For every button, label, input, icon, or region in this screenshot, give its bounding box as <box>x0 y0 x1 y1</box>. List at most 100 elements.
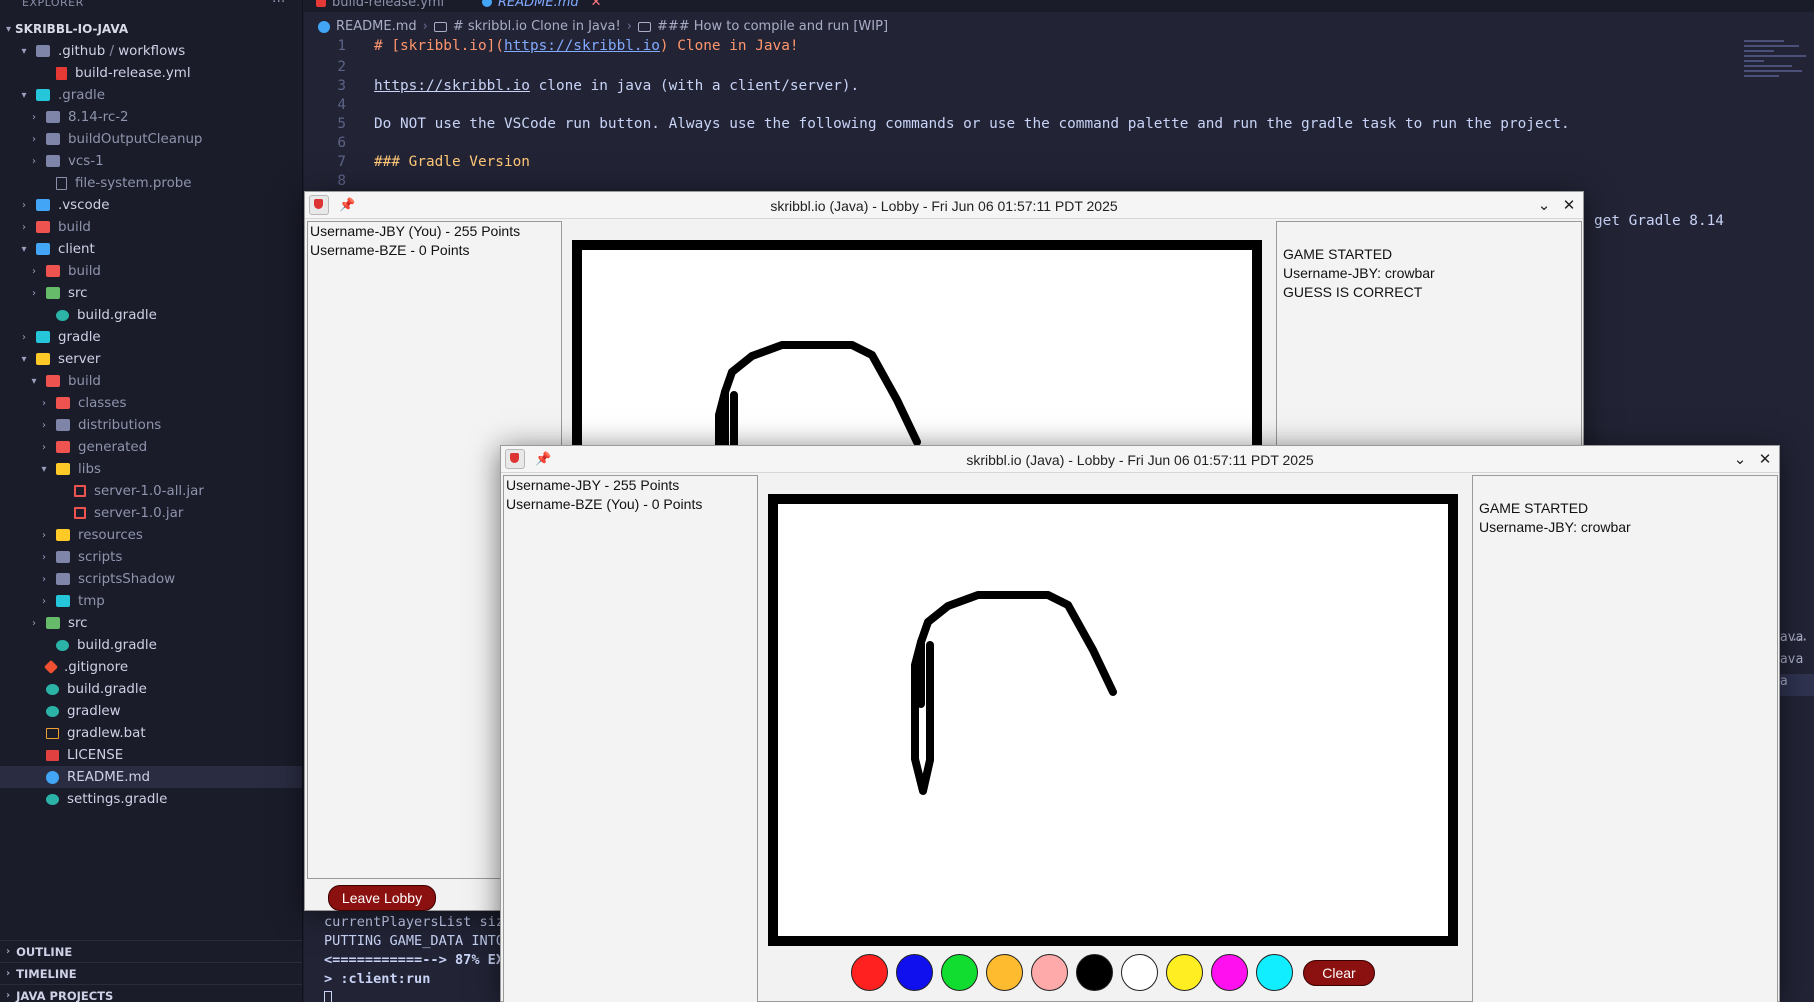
clear-button[interactable]: Clear <box>1303 959 1375 986</box>
file-item[interactable]: LICENSE <box>0 744 302 766</box>
tree-item-label: build <box>68 263 101 279</box>
folder-item[interactable]: ▾ server <box>0 348 302 370</box>
breadcrumb-file[interactable]: README.md <box>336 19 417 34</box>
file-item[interactable]: build.gradle <box>0 634 302 656</box>
folder-icon <box>56 573 70 585</box>
folder-item[interactable]: › tmp <box>0 590 302 612</box>
terminal-output[interactable]: playersListShou.set(... currentPlayersLi… <box>324 895 512 1002</box>
folder-icon <box>46 375 60 387</box>
minimize-icon[interactable]: ⌄ <box>1535 196 1553 214</box>
md-autolink[interactable]: https://skribbl.io <box>374 78 530 94</box>
folder-item[interactable]: › resources <box>0 524 302 546</box>
chevron-down-icon: ▾ <box>21 45 27 57</box>
code-view[interactable]: 1 # [skribbl.io](https://skribbl.io) Clo… <box>304 38 1569 192</box>
players-list: Username-JBY - 255 Points Username-BZE (… <box>503 475 758 1002</box>
file-item[interactable]: gradlew.bat <box>0 722 302 744</box>
color-swatch-magenta[interactable] <box>1211 954 1248 991</box>
color-swatch-black[interactable] <box>1076 954 1113 991</box>
color-swatch-yellow[interactable] <box>1166 954 1203 991</box>
file-item[interactable]: file-system.probe <box>0 172 302 194</box>
section-timeline[interactable]: › TIMELINE <box>0 962 302 984</box>
explorer-more-icon[interactable]: ··· <box>272 0 285 10</box>
cursor-icon <box>324 990 332 1002</box>
folder-item[interactable]: › classes <box>0 392 302 414</box>
leave-lobby-button[interactable]: Leave Lobby <box>328 885 436 911</box>
folder-icon <box>56 397 70 409</box>
tab-readme[interactable]: README.md ✕ <box>482 0 602 12</box>
folder-item[interactable]: ▾ libs <box>0 458 302 480</box>
editor-tabs: build-release.yml README.md ✕ <box>304 0 1814 12</box>
close-icon[interactable]: ✕ <box>1560 196 1578 214</box>
folder-icon <box>36 331 50 343</box>
file-icon <box>43 659 59 675</box>
color-swatch-orange[interactable] <box>986 954 1023 991</box>
folder-item[interactable]: › 8.14-rc-2 <box>0 106 302 128</box>
file-item[interactable]: settings.gradle <box>0 788 302 810</box>
section-java-projects[interactable]: › JAVA PROJECTS <box>0 984 302 1002</box>
file-item[interactable]: .gitignore <box>0 656 302 678</box>
folder-item[interactable]: › generated <box>0 436 302 458</box>
folder-item[interactable]: ▾ .gradle <box>0 84 302 106</box>
file-item[interactable]: build.gradle <box>0 304 302 326</box>
folder-icon <box>36 199 50 211</box>
file-item[interactable]: gradlew <box>0 700 302 722</box>
color-swatch-cyan[interactable] <box>1256 954 1293 991</box>
folder-item[interactable]: › buildOutputCleanup <box>0 128 302 150</box>
folder-item[interactable]: › .vscode <box>0 194 302 216</box>
tree-item-label: build.gradle <box>77 637 157 653</box>
folder-item[interactable]: › vcs-1 <box>0 150 302 172</box>
window-titlebar[interactable]: 📌 skribbl.io (Java) - Lobby - Fri Jun 06… <box>501 446 1779 473</box>
folder-item[interactable]: ▾ .github / workflows <box>0 40 302 62</box>
player-entry: Username-BZE (You) - 0 Points <box>506 496 703 512</box>
folder-item[interactable]: › scriptsShadow <box>0 568 302 590</box>
code-line: 8 <box>304 173 346 192</box>
tree-item-label: .github <box>58 43 106 59</box>
folder-item[interactable]: › scripts <box>0 546 302 568</box>
tree-item-label: tmp <box>78 593 105 609</box>
breadcrumb-heading-1[interactable]: # skribbl.io Clone in Java! <box>453 19 621 34</box>
terminal-line: > :client:run <box>324 971 431 987</box>
folder-item[interactable]: ▾ client <box>0 238 302 260</box>
chevron-right-icon: › <box>422 19 428 34</box>
tree-item-label: classes <box>78 395 127 411</box>
color-swatch-pink[interactable] <box>1031 954 1068 991</box>
folder-icon <box>36 89 50 101</box>
heading-icon <box>433 21 447 32</box>
folder-item[interactable]: › build <box>0 216 302 238</box>
minimize-icon[interactable]: ⌄ <box>1731 450 1749 468</box>
file-item[interactable]: build.gradle <box>0 678 302 700</box>
color-swatch-green[interactable] <box>941 954 978 991</box>
drawing-canvas[interactable] <box>768 494 1458 946</box>
minimap[interactable] <box>1744 40 1814 100</box>
breadcrumb-heading-2[interactable]: ### How to compile and run [WIP] <box>657 19 888 34</box>
folder-item[interactable]: › src <box>0 612 302 634</box>
close-icon[interactable]: ✕ <box>1756 450 1774 468</box>
file-item[interactable]: build-release.yml <box>0 62 302 84</box>
tree-item-label: .gradle <box>58 87 105 103</box>
file-item[interactable]: server-1.0.jar <box>0 502 302 524</box>
folder-item[interactable]: › build <box>0 260 302 282</box>
file-item[interactable]: README.md <box>0 766 302 788</box>
folder-item[interactable]: › src <box>0 282 302 304</box>
file-icon <box>46 770 59 784</box>
chevron-right-icon: › <box>22 221 26 233</box>
color-swatch-red[interactable] <box>851 954 888 991</box>
chat-message: Username-JBY: crowbar <box>1479 519 1631 535</box>
folder-item[interactable]: ▾ build <box>0 370 302 392</box>
color-swatch-blue[interactable] <box>896 954 933 991</box>
color-swatch-white[interactable] <box>1121 954 1158 991</box>
folder-item[interactable]: › distributions <box>0 414 302 436</box>
folder-item[interactable]: › gradle <box>0 326 302 348</box>
md-link-url[interactable]: https://skribbl.io <box>504 38 660 54</box>
file-item[interactable]: server-1.0-all.jar <box>0 480 302 502</box>
close-icon[interactable]: ✕ <box>591 0 602 10</box>
tree-item-label: .vscode <box>58 197 110 213</box>
chevron-right-icon: › <box>42 595 46 607</box>
tab-build-release[interactable]: build-release.yml <box>316 0 444 12</box>
window-titlebar[interactable]: 📌 skribbl.io (Java) - Lobby - Fri Jun 06… <box>305 192 1583 219</box>
workspace-root[interactable]: ▾ SKRIBBL-IO-JAVA <box>6 22 128 36</box>
chevron-right-icon: › <box>32 287 36 299</box>
terminal-cursor-line <box>324 990 512 1002</box>
section-outline[interactable]: › OUTLINE <box>0 940 302 962</box>
heading-icon <box>637 21 651 32</box>
